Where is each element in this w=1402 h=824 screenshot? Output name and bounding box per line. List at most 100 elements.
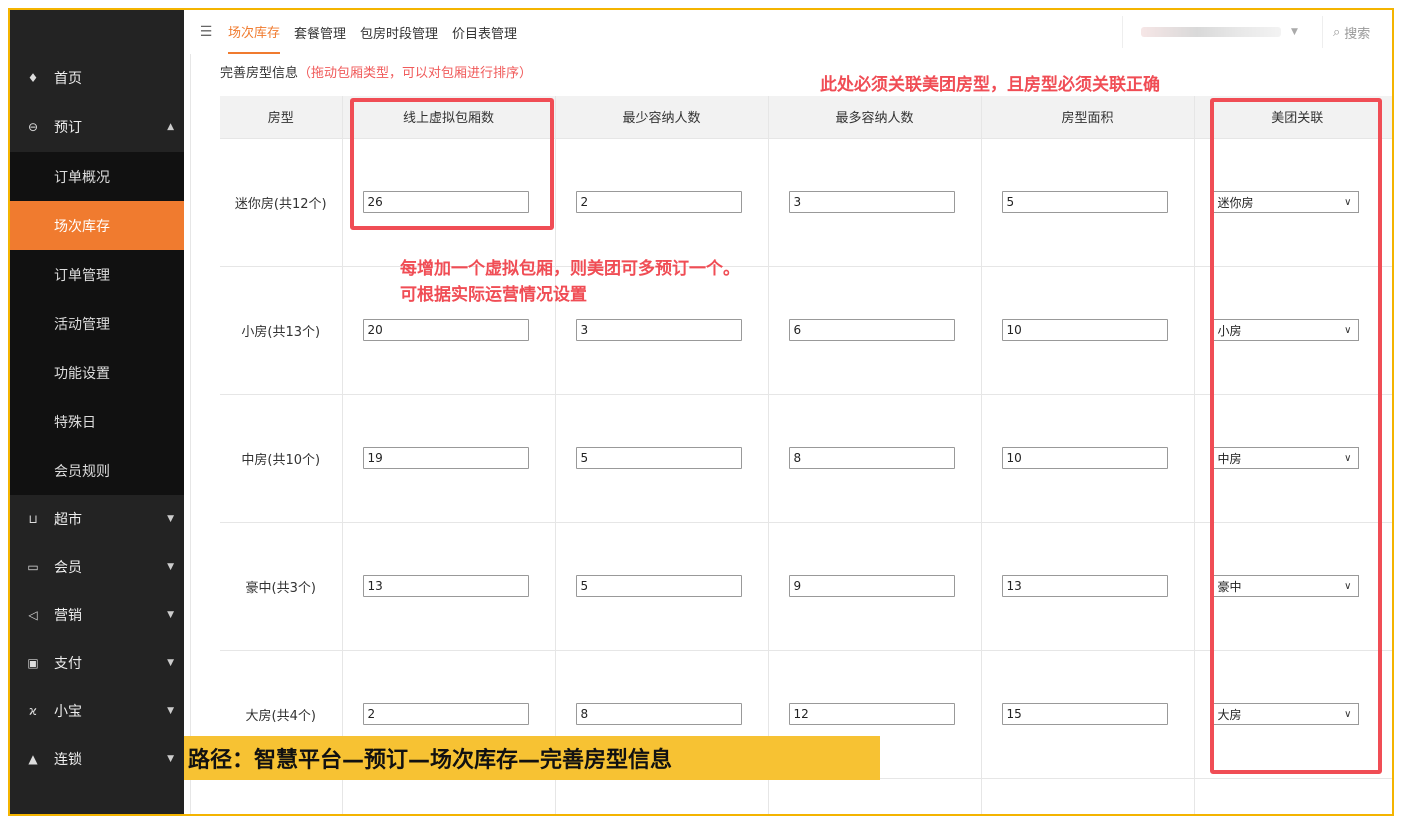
header-min-capacity: 最少容纳人数 (554, 96, 768, 138)
chevron-down-icon: ▼ (1291, 27, 1298, 37)
assistant-icon: ϰ (29, 704, 37, 718)
empty-cell (1193, 777, 1392, 814)
chevron-down-icon: ▼ (167, 658, 174, 668)
room-area-input[interactable]: 10 (1001, 319, 1168, 341)
navigation-path-banner: 路径：智慧平台—预订—场次库存—完善房型信息 (184, 736, 880, 780)
min-cell: 5 (554, 521, 768, 650)
area-cell: 13 (980, 521, 1194, 650)
home-icon: ♦ (27, 71, 39, 85)
sidebar: ♦ 首页 ⊖ 预订 ▲ 订单概况 场次库存 订单管理 活动管理 功能设置 特殊日… (10, 10, 184, 814)
reserve-submenu: 订单概况 场次库存 订单管理 活动管理 功能设置 特殊日 会员规则 (10, 152, 184, 495)
sidebar-item-chain[interactable]: ▲ 连锁 ▼ (10, 735, 184, 783)
megaphone-icon: ◁ (28, 608, 38, 622)
room-area-input[interactable]: 10 (1001, 447, 1168, 469)
sidebar-item-label: 首页 (54, 71, 82, 87)
min-capacity-input[interactable]: 2 (575, 191, 742, 213)
sidebar-subitem-member-rules[interactable]: 会员规则 (10, 446, 184, 495)
chevron-down-icon: ▼ (167, 514, 174, 524)
virtual-rooms-highlight (350, 98, 554, 230)
sidebar-subitem-activity-management[interactable]: 活动管理 (10, 299, 184, 348)
sidebar-item-label: 连锁 (54, 752, 82, 768)
min-capacity-input[interactable]: 8 (575, 703, 742, 725)
room-area-input[interactable]: 13 (1001, 575, 1168, 597)
room-type-name: 豪中(共3个) (220, 521, 342, 650)
sidebar-item-label: 预订 (54, 120, 82, 136)
max-capacity-input[interactable]: 3 (788, 191, 955, 213)
empty-cell (341, 777, 555, 814)
min-capacity-input[interactable]: 3 (575, 319, 742, 341)
tab-session-inventory[interactable]: 场次库存 (228, 10, 281, 54)
section-title: 完善房型信息（拖动包厢类型，可以对包厢进行排序） (220, 62, 532, 81)
sidebar-subitem-order-management[interactable]: 订单管理 (10, 250, 184, 299)
sidebar-item-label: 支付 (54, 656, 82, 672)
sidebar-item-label: 会员 (54, 560, 82, 576)
sidebar-item-reserve[interactable]: ⊖ 预订 ▲ (10, 102, 184, 152)
store-icon: ▲ (28, 752, 38, 766)
sidebar-item-payment[interactable]: ▣ 支付 ▼ (10, 639, 184, 687)
sidebar-subitem-function-settings[interactable]: 功能设置 (10, 348, 184, 397)
empty-cell (980, 777, 1194, 814)
max-capacity-input[interactable]: 6 (788, 319, 955, 341)
sidebar-subitem-special-days[interactable]: 特殊日 (10, 397, 184, 446)
reserve-icon: ⊖ (27, 120, 39, 134)
chevron-up-icon: ▲ (167, 122, 174, 132)
screenshot-frame: ♦ 首页 ⊖ 预订 ▲ 订单概况 场次库存 订单管理 活动管理 功能设置 特殊日… (8, 8, 1394, 816)
min-cell: 2 (554, 137, 768, 266)
min-capacity-input[interactable]: 5 (575, 447, 742, 469)
header-max-capacity: 最多容纳人数 (767, 96, 981, 138)
room-type-name: 迷你房(共12个) (220, 137, 342, 266)
sidebar-item-home[interactable]: ♦ 首页 (10, 54, 184, 102)
empty-cell (220, 777, 342, 814)
sidebar-subitem-session-inventory[interactable]: 场次库存 (10, 201, 184, 250)
tab-price-list-management[interactable]: 价目表管理 (452, 10, 517, 54)
search-box[interactable]: ⌕ 搜索 (1322, 16, 1392, 48)
sidebar-item-xiaobao[interactable]: ϰ 小宝 ▼ (10, 687, 184, 735)
max-capacity-input[interactable]: 12 (788, 703, 955, 725)
virtual-rooms-input[interactable]: 20 (362, 319, 529, 341)
virtual-cell: 13 (341, 521, 555, 650)
sidebar-item-label: 小宝 (54, 704, 82, 720)
sidebar-subitem-order-overview[interactable]: 订单概况 (10, 152, 184, 201)
tab-package-management[interactable]: 套餐管理 (294, 10, 346, 54)
max-cell: 3 (767, 137, 981, 266)
sidebar-item-supermarket[interactable]: ⊔ 超市 ▼ (10, 495, 184, 543)
virtual-rooms-input[interactable]: 19 (362, 447, 529, 469)
section-hint: （拖动包厢类型，可以对包厢进行排序） (298, 66, 533, 81)
basket-icon: ⊔ (28, 512, 38, 526)
empty-cell (767, 777, 981, 814)
header-room-type: 房型 (220, 96, 342, 138)
search-icon: ⌕ (1333, 24, 1341, 40)
room-type-name: 中房(共10个) (220, 393, 342, 522)
room-area-input[interactable]: 5 (1001, 191, 1168, 213)
wallet-icon: ▣ (27, 656, 39, 670)
min-cell: 5 (554, 393, 768, 522)
menu-toggle-icon[interactable]: ☰ (184, 24, 228, 40)
area-cell: 10 (980, 265, 1194, 394)
search-label: 搜索 (1344, 26, 1371, 42)
sidebar-logo-area (10, 10, 184, 54)
virtual-rooms-input[interactable]: 13 (362, 575, 529, 597)
table-row (220, 777, 1392, 814)
area-cell: 15 (980, 649, 1194, 778)
meituan-annotation: 此处必须关联美团房型，且房型必须关联正确 (820, 75, 1160, 95)
area-cell: 10 (980, 393, 1194, 522)
max-cell: 9 (767, 521, 981, 650)
card-icon: ▭ (27, 560, 39, 574)
max-capacity-input[interactable]: 8 (788, 447, 955, 469)
tab-room-period-management[interactable]: 包房时段管理 (360, 10, 438, 54)
sidebar-item-member[interactable]: ▭ 会员 ▼ (10, 543, 184, 591)
section-title-text: 完善房型信息 (220, 66, 299, 81)
room-type-name: 小房(共13个) (220, 265, 342, 394)
sidebar-item-label: 营销 (54, 608, 82, 624)
top-bar: ☰ 场次库存 套餐管理 包房时段管理 价目表管理 ▼ ⌕ 搜索 (184, 10, 1392, 54)
virtual-annotation-line1: 每增加一个虚拟包厢，则美团可多预订一个。 (400, 259, 740, 279)
max-cell: 8 (767, 393, 981, 522)
sidebar-item-marketing[interactable]: ◁ 营销 ▼ (10, 591, 184, 639)
max-capacity-input[interactable]: 9 (788, 575, 955, 597)
virtual-rooms-input[interactable]: 2 (362, 703, 529, 725)
area-cell: 5 (980, 137, 1194, 266)
min-capacity-input[interactable]: 5 (575, 575, 742, 597)
room-area-input[interactable]: 15 (1001, 703, 1168, 725)
store-select[interactable]: ▼ (1122, 16, 1312, 48)
chevron-down-icon: ▼ (167, 610, 174, 620)
